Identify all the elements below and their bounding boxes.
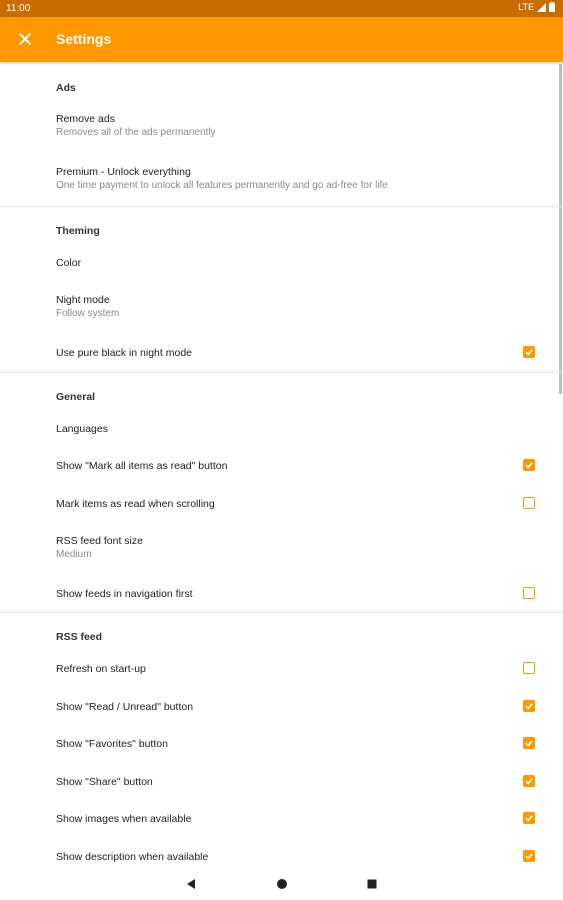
signal-icon: [537, 2, 546, 12]
check-icon: [525, 349, 533, 356]
status-time: 11:00: [6, 3, 31, 14]
category-general: General: [56, 391, 96, 403]
check-icon: [525, 740, 533, 747]
pref-title: Show "Favorites" button: [56, 738, 168, 750]
pref-feeds-first[interactable]: Show feeds in navigation first: [0, 588, 563, 604]
page-title: Settings: [56, 31, 112, 47]
pref-title: Show description when available: [56, 851, 209, 863]
status-icons: LTE: [518, 2, 555, 12]
pref-remove-ads[interactable]: Remove ads Removes all of the ads perman…: [0, 113, 563, 143]
pref-title: Show "Mark all items as read" button: [56, 460, 228, 472]
system-navigation-bar: [0, 872, 563, 900]
check-icon: [525, 778, 533, 785]
pref-title: Mark items as read when scrolling: [56, 498, 215, 510]
checkbox-feeds-first[interactable]: [523, 587, 535, 599]
pref-premium[interactable]: Premium - Unlock everything One time pay…: [0, 166, 563, 196]
status-bar: 11:00 LTE: [0, 0, 563, 17]
checkbox-share[interactable]: [523, 775, 535, 787]
pref-title: Color: [56, 257, 82, 269]
pref-title: Night mode: [56, 294, 110, 306]
recents-icon[interactable]: [366, 878, 378, 890]
checkbox-mark-all-read[interactable]: [523, 459, 535, 471]
pref-title: Show "Share" button: [56, 776, 153, 788]
checkbox-mark-scrolling[interactable]: [523, 497, 535, 509]
section-divider: [0, 206, 563, 207]
pref-title: Refresh on start-up: [56, 663, 146, 675]
pref-summary: Removes all of the ads permanently: [56, 127, 216, 138]
battery-icon: [549, 2, 555, 12]
pref-title: Show "Read / Unread" button: [56, 701, 194, 713]
pref-color[interactable]: Color: [0, 257, 563, 273]
section-divider: [0, 372, 563, 373]
check-icon: [525, 853, 533, 860]
pref-title: RSS feed font size: [56, 535, 143, 547]
check-icon: [525, 815, 533, 822]
section-divider: [0, 612, 563, 613]
pref-night-mode[interactable]: Night mode Follow system: [0, 294, 563, 324]
category-theming: Theming: [56, 225, 100, 237]
category-ads: Ads: [56, 82, 76, 94]
checkbox-description[interactable]: [523, 850, 535, 862]
category-rss-feed: RSS feed: [56, 631, 103, 643]
check-icon: [525, 703, 533, 710]
pref-favorites[interactable]: Show "Favorites" button: [0, 738, 563, 754]
network-type: LTE: [518, 2, 534, 12]
checkbox-images[interactable]: [523, 812, 535, 824]
pref-description[interactable]: Show description when available: [0, 851, 563, 867]
pref-title: Show images when available: [56, 813, 192, 825]
pref-title: Premium - Unlock everything: [56, 166, 191, 178]
check-icon: [525, 462, 533, 469]
checkbox-read-unread[interactable]: [523, 700, 535, 712]
pref-read-unread[interactable]: Show "Read / Unread" button: [0, 701, 563, 717]
pref-title: Use pure black in night mode: [56, 347, 192, 359]
pref-summary: One time payment to unlock all features …: [56, 180, 388, 191]
pref-summary: Follow system: [56, 308, 120, 319]
pref-languages[interactable]: Languages: [0, 423, 563, 439]
back-icon[interactable]: [185, 878, 197, 890]
checkbox-favorites[interactable]: [523, 737, 535, 749]
home-icon[interactable]: [276, 878, 288, 890]
pref-mark-scrolling[interactable]: Mark items as read when scrolling: [0, 498, 563, 514]
pref-share[interactable]: Show "Share" button: [0, 776, 563, 792]
pref-font-size[interactable]: RSS feed font size Medium: [0, 535, 563, 565]
pref-pure-black[interactable]: Use pure black in night mode: [0, 347, 563, 363]
pref-summary: Medium: [56, 549, 92, 560]
checkbox-refresh-startup[interactable]: [523, 662, 535, 674]
pref-title: Languages: [56, 423, 108, 435]
pref-refresh-startup[interactable]: Refresh on start-up: [0, 663, 563, 679]
pref-mark-all-read[interactable]: Show "Mark all items as read" button: [0, 460, 563, 476]
pref-title: Remove ads: [56, 113, 115, 125]
pref-title: Show feeds in navigation first: [56, 588, 193, 600]
pref-images[interactable]: Show images when available: [0, 813, 563, 829]
checkbox-pure-black[interactable]: [523, 346, 535, 358]
app-bar: Settings: [0, 17, 563, 62]
close-icon[interactable]: [14, 28, 36, 50]
